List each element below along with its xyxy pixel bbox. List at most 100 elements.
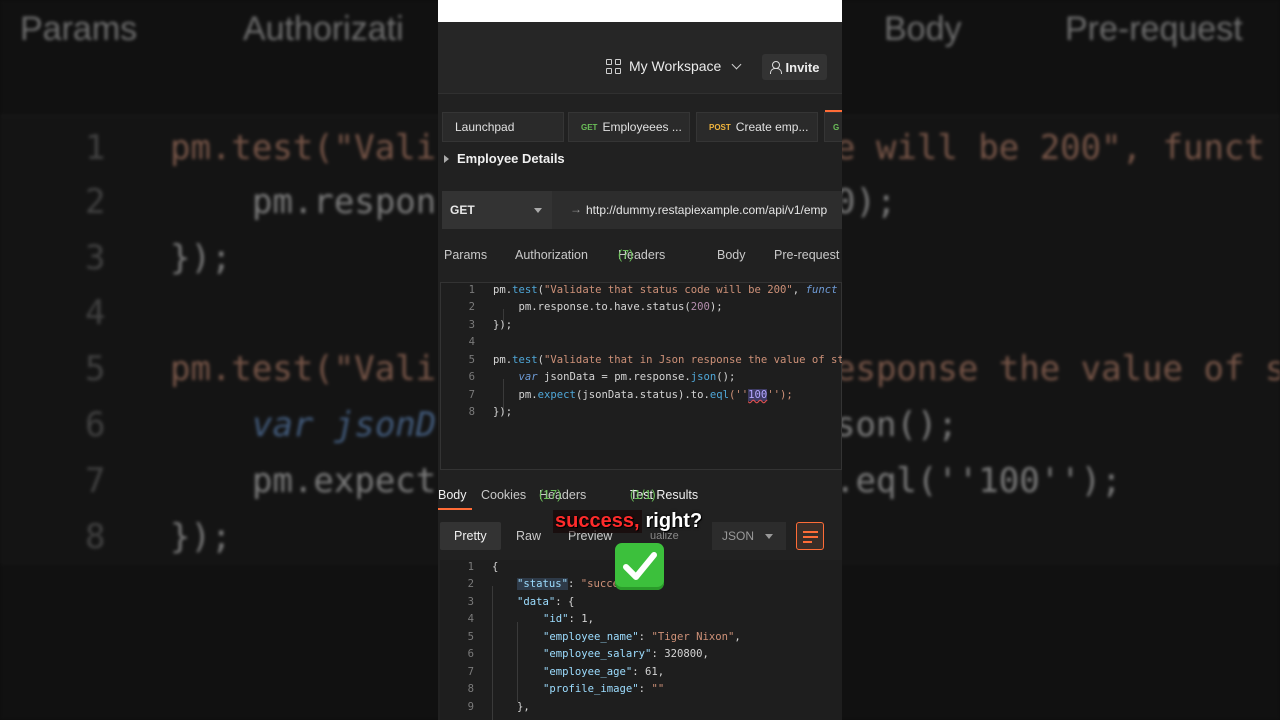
check-mark-icon	[615, 543, 664, 590]
line-number: 4	[467, 613, 474, 625]
background-code: pm.test("Vali	[170, 128, 437, 168]
background-tab: Pre-request	[1065, 10, 1243, 48]
background-code: .eql(''100'');	[835, 461, 1122, 501]
background-code: e will be 200", funct	[835, 128, 1265, 168]
json-line: "employee_name": "Tiger Nixon",	[543, 631, 741, 643]
tab-response-body[interactable]: Body	[438, 488, 467, 502]
line-number: 3	[468, 319, 475, 331]
method-select[interactable]: GET	[442, 191, 552, 229]
url-bar: GET → http://dummy.restapiexample.com/ap…	[442, 191, 842, 229]
request-name[interactable]: Employee Details	[444, 151, 565, 166]
tab-body[interactable]: Body	[717, 248, 746, 262]
line-number: 8	[467, 683, 474, 695]
background-line-number: 8	[85, 517, 106, 557]
background-code: });	[170, 517, 232, 557]
background-line-number: 3	[85, 238, 106, 278]
format-raw[interactable]: Raw	[502, 522, 555, 550]
line-number: 2	[467, 578, 474, 590]
line-number: 8	[468, 406, 475, 418]
tab-method: GET	[581, 122, 598, 132]
collapse-caret-icon	[444, 154, 449, 163]
workspace-name: My Workspace	[629, 58, 722, 74]
tab-launchpad[interactable]: Launchpad	[442, 112, 564, 142]
selected-text: 100	[748, 389, 768, 401]
json-line: "employee_age": 61,	[543, 666, 665, 678]
workspace-switcher[interactable]: My Workspace	[606, 58, 742, 74]
background-code: var jsonD	[252, 405, 437, 445]
code-line: });	[493, 406, 513, 418]
tab-employees[interactable]: GET Employeees ...	[568, 112, 690, 142]
code-line: });	[493, 319, 513, 331]
invite-label: Invite	[785, 59, 820, 75]
code-line: var jsonData = pm.response.json();	[518, 371, 736, 383]
code-line: pm.test("Validate that in Json response …	[493, 354, 842, 366]
headers-count: (7)	[618, 248, 634, 262]
video-caption: success, right?	[553, 510, 702, 533]
tab-authorization[interactable]: Authorization	[515, 248, 588, 262]
json-line: "data": {	[517, 596, 575, 608]
background-code: pm.respon	[252, 182, 437, 222]
postman-app-panel: My Workspace Invite Launchpad GET Employ…	[438, 0, 842, 720]
line-number: 3	[467, 596, 474, 608]
line-number: 1	[468, 284, 475, 296]
line-number: 6	[467, 648, 474, 660]
json-line: "employee_salary": 320800,	[543, 648, 709, 660]
format-pretty[interactable]: Pretty	[440, 522, 501, 550]
request-title: Employee Details	[457, 151, 565, 166]
background-code: 0);	[835, 182, 897, 222]
add-person-icon	[769, 61, 782, 74]
line-number: 7	[467, 666, 474, 678]
line-number: 6	[468, 371, 475, 383]
background-line-number: 2	[85, 182, 106, 222]
indent-guide	[492, 586, 493, 720]
request-tab-strip: Launchpad GET Employeees ... POST Create…	[438, 110, 842, 142]
tab-pre-request[interactable]: Pre-request	[774, 248, 839, 262]
background-tab: Params	[20, 10, 138, 48]
tab-method: POST	[709, 122, 731, 132]
test-script-editor[interactable]: 1 pm.test("Validate that status code will…	[440, 282, 842, 470]
background-tab: Body	[884, 10, 962, 48]
tab-params[interactable]: Params	[444, 248, 487, 262]
background-code: son();	[835, 405, 958, 445]
line-number: 5	[467, 631, 474, 643]
code-line: pm.response.to.have.status(200);	[493, 301, 723, 313]
test-results-count: (1/1)	[630, 488, 656, 502]
background-line-number: 7	[85, 461, 106, 501]
wrap-lines-button[interactable]	[796, 522, 824, 550]
method-label: GET	[450, 203, 475, 217]
tab-cookies[interactable]: Cookies	[481, 488, 526, 502]
line-number: 5	[468, 354, 475, 366]
caption-text: right?	[645, 510, 703, 532]
tab-create-employee[interactable]: POST Create emp...	[696, 112, 818, 142]
active-tab-indicator	[825, 110, 842, 112]
json-line: "id": 1,	[543, 613, 595, 625]
invite-button[interactable]: Invite	[762, 54, 827, 80]
chevron-down-icon	[765, 534, 773, 539]
line-number: 1	[467, 561, 474, 573]
response-headers-count: (17)	[539, 488, 562, 502]
background-line-number: 6	[85, 405, 106, 445]
code-line: pm.test("Validate that status code will …	[493, 284, 838, 296]
json-line: },	[517, 701, 530, 713]
tab-label: Employeees ...	[602, 120, 682, 134]
tab-label: Create emp...	[735, 120, 809, 134]
code-line: pm.expect(jsonData.status).to.eql(''100'…	[493, 389, 793, 401]
app-header: My Workspace Invite	[438, 22, 842, 94]
line-number: 2	[468, 301, 475, 313]
tab-active-partial[interactable]: G	[824, 112, 842, 142]
tab-method: G	[833, 122, 840, 132]
json-line: "profile_image": ""	[543, 683, 665, 695]
format-select[interactable]: JSON	[712, 522, 786, 550]
line-number: 9	[467, 701, 474, 713]
json-line: "status": "succe	[517, 578, 620, 590]
background-code: esponse the value of st	[835, 349, 1280, 389]
caption-highlight: success,	[553, 510, 642, 533]
url-input[interactable]: http://dummy.restapiexample.com/api/v1/e…	[586, 203, 827, 217]
background-code: });	[170, 238, 232, 278]
top-white-strip	[438, 0, 842, 22]
chevron-down-icon	[534, 208, 542, 213]
background-tab: Authorizati	[243, 10, 404, 48]
chevron-down-icon	[731, 59, 742, 69]
tab-label: Launchpad	[455, 120, 515, 134]
line-number: 4	[468, 336, 475, 348]
